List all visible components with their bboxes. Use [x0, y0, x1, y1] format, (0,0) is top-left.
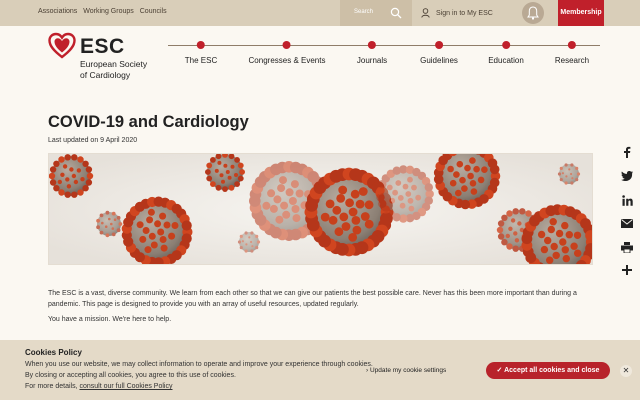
utility-links: Associations Working Groups Councils	[38, 8, 167, 15]
nav-item-guidelines[interactable]: Guidelines	[420, 41, 458, 65]
cookie-settings-link[interactable]: › Update my cookie settings	[366, 367, 446, 374]
print-icon[interactable]	[619, 242, 635, 256]
twitter-icon[interactable]	[619, 171, 635, 184]
chevron-right-icon: ›	[366, 367, 369, 374]
logo-line-2: of Cardiology	[80, 70, 131, 80]
signin-label: Sign in to My ESC	[436, 9, 493, 17]
working-groups-link[interactable]: Working Groups	[83, 8, 133, 15]
plus-icon[interactable]	[619, 265, 635, 278]
hero-virus-image	[48, 153, 593, 265]
search-box[interactable]: Search	[340, 0, 412, 26]
nav-item-congresses-events[interactable]: Congresses & Events	[248, 41, 326, 65]
top-utility-bar: Associations Working Groups Councils Sea…	[0, 0, 640, 26]
bell-icon	[527, 6, 539, 20]
councils-link[interactable]: Councils	[140, 8, 167, 15]
nav-label: Guidelines	[420, 56, 458, 65]
nav-label: Research	[554, 56, 590, 65]
nav-dot	[368, 41, 376, 49]
check-icon: ✓	[496, 367, 503, 374]
logo-line-1: European Society	[80, 59, 148, 69]
cookie-more-details: For more details,	[25, 383, 78, 390]
search-icon[interactable]	[390, 7, 402, 19]
nav-label: Education	[488, 56, 524, 65]
close-icon[interactable]: ✕	[620, 365, 632, 377]
email-icon[interactable]	[619, 219, 635, 231]
nav-label: Congresses & Events	[248, 56, 326, 65]
coronavirus-illustration	[49, 154, 592, 264]
membership-button[interactable]: Membership	[558, 0, 604, 26]
cookie-settings-label: Update my cookie settings	[369, 367, 447, 374]
nav-dot	[502, 41, 510, 49]
signin-link[interactable]: Sign in to My ESC	[421, 8, 493, 18]
nav-item-the-esc[interactable]: The ESC	[185, 41, 217, 65]
nav-item-research[interactable]: Research	[555, 41, 589, 65]
search-label: Search	[354, 9, 374, 15]
nav-dot	[283, 41, 291, 49]
accept-cookies-label: Accept all cookies and close	[504, 367, 600, 374]
esc-logo[interactable]: ESC European Society of Cardiology	[48, 32, 173, 84]
cookies-policy-link[interactable]: consult our full Cookies Policy	[79, 383, 172, 390]
nav-dot	[568, 41, 576, 49]
mission-paragraph: You have a mission. We're here to help.	[48, 316, 172, 323]
cookie-text-line-1: When you use our website, we may collect…	[25, 361, 373, 368]
user-icon	[421, 8, 430, 18]
nav-dot	[197, 41, 205, 49]
accept-cookies-button[interactable]: ✓ Accept all cookies and close	[486, 362, 610, 379]
notifications-button[interactable]	[522, 2, 544, 24]
last-updated-date: Last updated on 9 April 2020	[48, 137, 138, 144]
logo-acronym: ESC	[80, 35, 125, 58]
facebook-icon[interactable]	[619, 146, 635, 161]
nav-item-education[interactable]: Education	[488, 41, 524, 65]
nav-item-journals[interactable]: Journals	[357, 41, 387, 65]
associations-link[interactable]: Associations	[38, 8, 77, 15]
nav-dot	[435, 41, 443, 49]
linkedin-icon[interactable]	[619, 195, 635, 209]
nav-label: Journals	[356, 56, 388, 65]
cookie-text-line-3: For more details, consult our full Cooki…	[25, 383, 172, 390]
page-title: COVID-19 and Cardiology	[48, 113, 249, 131]
nav-label: The ESC	[184, 56, 218, 65]
heart-logo-icon	[48, 32, 76, 59]
cookie-text-line-2: By closing or accepting all cookies, you…	[25, 372, 236, 379]
logo-full-name: European Society of Cardiology	[80, 59, 147, 81]
intro-paragraph: The ESC is a vast, diverse community. We…	[48, 290, 577, 308]
cookie-heading: Cookies Policy	[25, 348, 82, 357]
